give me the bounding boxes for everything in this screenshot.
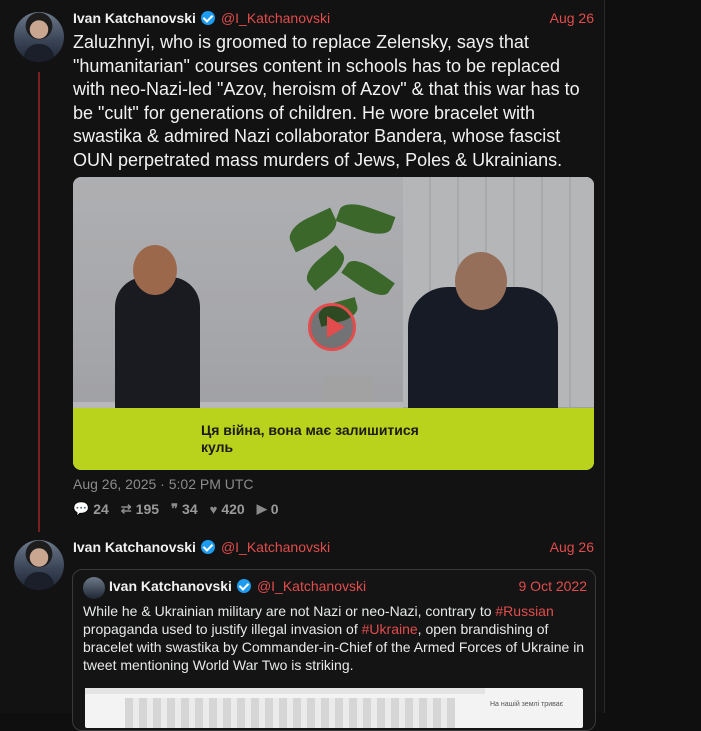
video-caption: Ця війна, вона має залишитися куль <box>73 408 594 470</box>
video-thumbnail[interactable]: Ця війна, вона має залишитися куль <box>73 177 594 470</box>
thread-line <box>38 72 40 532</box>
author-handle[interactable]: @I_Katchanovski <box>221 10 330 26</box>
tweet-header: Ivan Katchanovski @I_Katchanovski <box>73 537 330 557</box>
tweet[interactable]: Ivan Katchanovski @I_Katchanovski Aug 26… <box>0 0 604 535</box>
author-name[interactable]: Ivan Katchanovski <box>73 10 196 26</box>
image-blurred-content <box>125 698 455 728</box>
caption-line: Ця війна, вона має залишитися <box>201 422 419 438</box>
reply-count: 24 <box>93 501 109 517</box>
like-count: 420 <box>221 501 245 517</box>
quoted-tweet[interactable]: Ivan Katchanovski @I_Katchanovski 9 Oct … <box>72 569 596 731</box>
quoted-tweet-text: While he & Ukrainian military are not Na… <box>83 602 588 674</box>
author-name[interactable]: Ivan Katchanovski <box>109 578 232 594</box>
text-segment: propaganda used to justify illegal invas… <box>83 621 362 637</box>
retweet-icon: ⇄ <box>120 501 132 516</box>
views-stat[interactable]: ▶ 0 <box>257 501 279 517</box>
verified-icon <box>200 11 215 25</box>
quoted-tweet-image[interactable]: На нашій землі триває <box>85 688 583 728</box>
like-stat[interactable]: ♥ 420 <box>210 501 245 517</box>
author-handle[interactable]: @I_Katchanovski <box>257 578 366 594</box>
timeline-column: Ivan Katchanovski @I_Katchanovski Aug 26… <box>0 0 605 731</box>
avatar[interactable] <box>14 540 64 590</box>
image-browser-bar <box>85 688 485 694</box>
tweet-stats: 💬 24 ⇄ 195 ❞ 34 ♥ 420 ▶ 0 <box>73 501 278 517</box>
author-name[interactable]: Ivan Katchanovski <box>73 539 196 555</box>
retweet-stat[interactable]: ⇄ 195 <box>121 501 159 517</box>
reply-stat[interactable]: 💬 24 <box>73 501 109 517</box>
tweet-header: Ivan Katchanovski @I_Katchanovski <box>73 8 330 28</box>
quote-stat[interactable]: ❞ 34 <box>171 501 198 517</box>
hashtag-link[interactable]: #Russian <box>495 603 553 619</box>
play-icon[interactable] <box>308 303 356 351</box>
verified-icon <box>236 579 251 593</box>
caption-line: куль <box>201 439 234 455</box>
avatar[interactable] <box>14 12 64 62</box>
tweet-timestamp[interactable]: Aug 26, 2025 · 5:02 PM UTC <box>73 476 254 492</box>
play-small-icon: ▶ <box>256 501 267 516</box>
quoted-tweet-date[interactable]: 9 Oct 2022 <box>519 578 588 594</box>
retweet-count: 195 <box>135 501 160 517</box>
author-handle[interactable]: @I_Katchanovski <box>221 539 330 555</box>
tweet-date[interactable]: Aug 26 <box>550 539 594 555</box>
text-segment: While he & Ukrainian military are not Na… <box>83 603 496 619</box>
heart-icon: ♥ <box>209 501 218 517</box>
image-side-text: На нашій землі триває <box>490 701 564 708</box>
tweet-date[interactable]: Aug 26 <box>550 10 594 26</box>
verified-icon <box>200 540 215 554</box>
avatar[interactable] <box>83 577 105 599</box>
quote-count: 34 <box>182 501 198 517</box>
views-count: 0 <box>270 501 279 517</box>
quote-icon: ❞ <box>171 501 179 516</box>
tweet-text: Zaluzhnyi, who is groomed to replace Zel… <box>73 32 580 170</box>
comment-icon: 💬 <box>73 501 90 516</box>
hashtag-link[interactable]: #Ukraine <box>362 621 418 637</box>
quoted-tweet-header: Ivan Katchanovski @I_Katchanovski <box>109 576 366 596</box>
